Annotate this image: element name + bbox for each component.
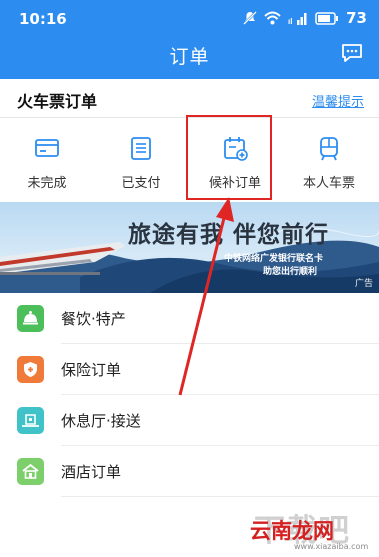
chat-icon[interactable]: [341, 43, 363, 63]
tab-label: 已支付: [121, 176, 161, 191]
food-bell-icon: [17, 305, 44, 332]
wifi-icon: [264, 11, 281, 25]
app-bar: 10:16 ıl 73 订单: [0, 0, 379, 79]
status-time: 10:16: [19, 10, 67, 28]
hotel-icon: [17, 458, 44, 485]
list-item-catering[interactable]: 餐饮·特产: [0, 293, 379, 344]
battery-icon: [315, 12, 339, 25]
battery-level: 73: [346, 9, 367, 27]
status-bar: 10:16 ıl 73: [0, 0, 379, 34]
watermark-url: www.xiazaiba.com: [294, 542, 369, 551]
card-icon: [35, 139, 59, 157]
list-item-label: 休息厅·接送: [61, 412, 141, 430]
list-item-label: 餐饮·特产: [61, 310, 126, 328]
train-orders-header: 火车票订单 温馨提示: [0, 79, 379, 117]
watermark-logo-text: 云南龙网: [250, 519, 334, 543]
mute-icon: [243, 11, 258, 25]
list-item-label: 酒店订单: [61, 463, 122, 481]
list-item-label: 保险订单: [61, 361, 122, 379]
page-title: 订单: [169, 46, 210, 68]
tab-my-tickets[interactable]: 本人车票: [282, 120, 376, 200]
ad-banner[interactable]: 旅途有我 伴您前行 中铁网络广发银行联名卡 助您出行顺利 广告: [0, 202, 379, 293]
tab-label: 本人车票: [302, 176, 355, 191]
lounge-icon: [17, 407, 44, 434]
banner-headline: 旅途有我 伴您前行: [128, 222, 330, 248]
document-icon: [131, 137, 151, 160]
status-icons: ıl 73: [243, 9, 367, 27]
highlight-box: [186, 115, 272, 200]
divider: [61, 496, 379, 497]
tab-unfinished[interactable]: 未完成: [0, 120, 94, 200]
train-icon: [320, 137, 338, 161]
tab-paid[interactable]: 已支付: [94, 120, 188, 200]
signal-icon: ıl: [288, 13, 307, 25]
shield-icon: [17, 356, 44, 383]
banner-subline-1: 中铁网络广发银行联名卡: [224, 254, 324, 264]
list-item-lounge[interactable]: 休息厅·接送: [0, 395, 379, 446]
list-item-hotel[interactable]: 酒店订单: [0, 446, 379, 497]
banner-subline-2: 助您出行顺利: [263, 267, 318, 277]
list-item-insurance[interactable]: 保险订单: [0, 344, 379, 395]
tips-link[interactable]: 温馨提示: [312, 91, 364, 110]
ad-label: 广告: [354, 279, 373, 289]
svg-text:ıl: ıl: [288, 17, 292, 25]
tab-label: 未完成: [27, 176, 67, 191]
section-title: 火车票订单: [17, 92, 98, 111]
